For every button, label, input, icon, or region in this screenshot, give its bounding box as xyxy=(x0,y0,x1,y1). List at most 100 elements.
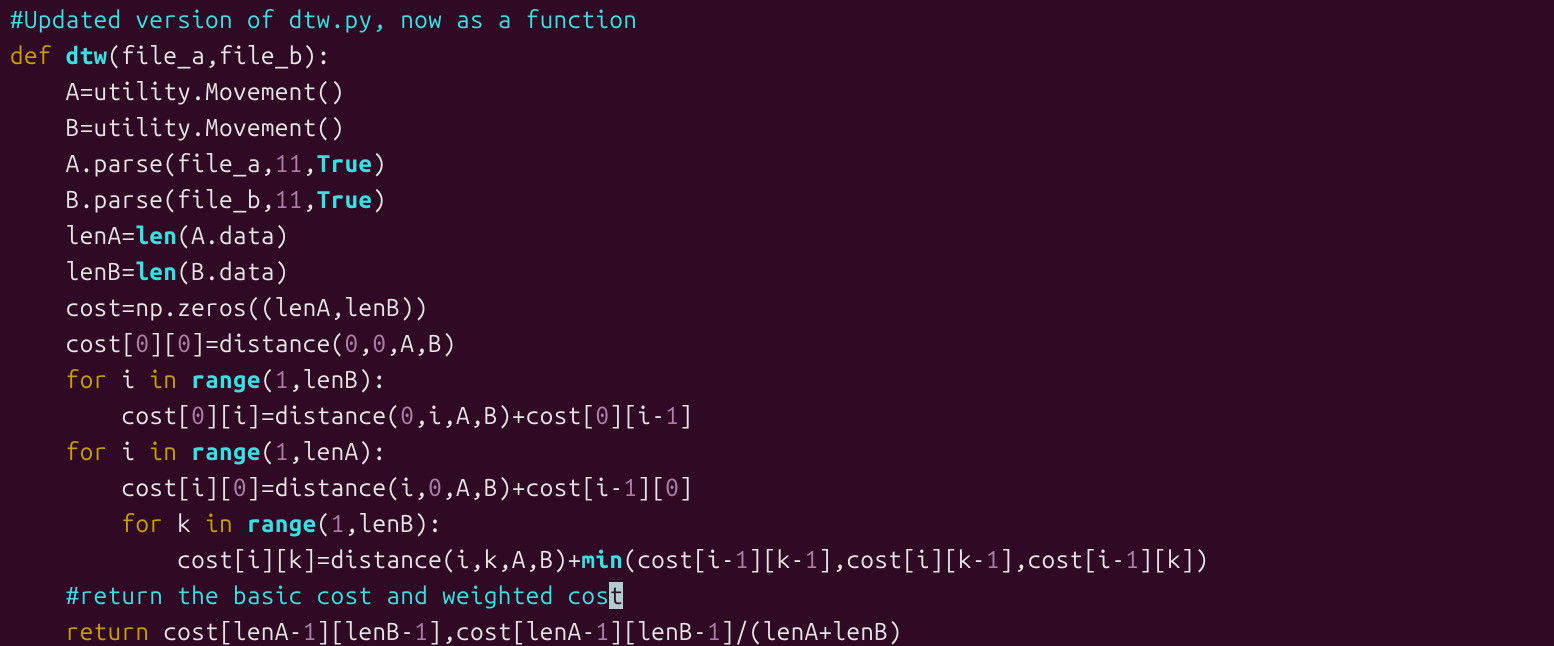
code-text: cost[ xyxy=(10,330,135,357)
number-literal: 1 xyxy=(1125,546,1139,573)
builtin-len: len xyxy=(135,258,177,285)
number-literal: 1 xyxy=(275,438,289,465)
number-literal: 0 xyxy=(345,330,359,357)
number-literal: 1 xyxy=(707,618,721,645)
number-literal: 0 xyxy=(191,402,205,429)
number-literal: 1 xyxy=(665,402,679,429)
code-text: lenA= xyxy=(10,222,135,249)
keyword-for: for xyxy=(122,510,164,537)
code-text: , xyxy=(359,330,373,357)
code-text: A.parse(file_a, xyxy=(10,150,275,177)
code-text: (file_a,file_b): xyxy=(108,42,331,69)
code-text: lenB= xyxy=(10,258,135,285)
code-text: ,i,A,B)+cost[ xyxy=(414,402,595,429)
code-text: ][lenB- xyxy=(317,618,415,645)
code-text: ] xyxy=(679,402,693,429)
code-text xyxy=(10,438,66,465)
code-text xyxy=(177,366,191,393)
code-text: (A.data) xyxy=(177,222,289,249)
keyword-for: for xyxy=(66,438,108,465)
code-text: ( xyxy=(317,510,331,537)
code-text: ]=distance( xyxy=(191,330,344,357)
number-literal: 1 xyxy=(596,618,610,645)
code-text: ,lenA): xyxy=(289,438,387,465)
code-text: cost[i][ xyxy=(10,474,233,501)
number-literal: 1 xyxy=(986,546,1000,573)
code-text: k xyxy=(163,510,205,537)
number-literal: 1 xyxy=(331,510,345,537)
number-literal: 0 xyxy=(135,330,149,357)
code-text: ] xyxy=(679,474,693,501)
code-text: ],cost[i- xyxy=(1000,546,1125,573)
keyword-in: in xyxy=(149,438,177,465)
code-text: ][i]=distance( xyxy=(205,402,400,429)
code-text: B=utility.Movement() xyxy=(10,114,345,141)
code-text: , xyxy=(303,150,317,177)
keyword-in: in xyxy=(149,366,177,393)
comment-line: #return the basic cost and weighted cos xyxy=(66,582,610,609)
code-text: ,lenB): xyxy=(345,510,443,537)
code-text: ,A,B) xyxy=(386,330,456,357)
code-text: B.parse(file_b, xyxy=(10,186,275,213)
number-literal: 1 xyxy=(623,474,637,501)
keyword-return: return xyxy=(66,618,150,645)
number-literal: 1 xyxy=(414,618,428,645)
code-text: (B.data) xyxy=(177,258,289,285)
code-text: i xyxy=(108,438,150,465)
code-text: ]=distance(i, xyxy=(247,474,428,501)
number-literal: 1 xyxy=(275,366,289,393)
code-text: cost=np.zeros((lenA,lenB)) xyxy=(10,294,428,321)
code-text: ( xyxy=(261,366,275,393)
code-text: ],cost[i][k- xyxy=(819,546,986,573)
number-literal: 0 xyxy=(596,402,610,429)
number-literal: 11 xyxy=(275,186,303,213)
code-text xyxy=(10,582,66,609)
code-text: ) xyxy=(372,150,386,177)
builtin-range: range xyxy=(247,510,317,537)
code-text: (cost[i- xyxy=(623,546,735,573)
comment-line: #Updated version of dtw.py, now as a fun… xyxy=(10,6,637,33)
number-literal: 0 xyxy=(665,474,679,501)
code-text: cost[lenA- xyxy=(149,618,302,645)
code-text: ][lenB- xyxy=(609,618,707,645)
code-text xyxy=(177,438,191,465)
code-text: ) xyxy=(372,186,386,213)
code-text xyxy=(10,510,122,537)
code-text: i xyxy=(108,366,150,393)
number-literal: 1 xyxy=(735,546,749,573)
number-literal: 0 xyxy=(428,474,442,501)
keyword-def: def xyxy=(10,42,52,69)
number-literal: 0 xyxy=(233,474,247,501)
code-text xyxy=(10,366,66,393)
number-literal: 1 xyxy=(303,618,317,645)
number-literal: 11 xyxy=(275,150,303,177)
code-text: ( xyxy=(261,438,275,465)
keyword-in: in xyxy=(205,510,233,537)
code-text xyxy=(10,618,66,645)
code-editor[interactable]: #Updated version of dtw.py, now as a fun… xyxy=(0,0,1554,646)
code-text: , xyxy=(303,186,317,213)
builtin-true: True xyxy=(317,186,373,213)
number-literal: 0 xyxy=(373,330,387,357)
keyword-for: for xyxy=(66,366,108,393)
number-literal: 0 xyxy=(177,330,191,357)
code-text: ][k]) xyxy=(1139,546,1209,573)
builtin-min: min xyxy=(582,546,624,573)
number-literal: 1 xyxy=(805,546,819,573)
function-name: dtw xyxy=(66,42,108,69)
code-text: ][ xyxy=(149,330,177,357)
builtin-range: range xyxy=(191,366,261,393)
code-text: ][i- xyxy=(610,402,666,429)
code-text: ]/(lenA+lenB) xyxy=(721,618,902,645)
builtin-len: len xyxy=(135,222,177,249)
builtin-true: True xyxy=(317,150,373,177)
code-text: A=utility.Movement() xyxy=(10,78,345,105)
builtin-range: range xyxy=(191,438,261,465)
number-literal: 0 xyxy=(400,402,414,429)
code-text: ][ xyxy=(637,474,665,501)
code-text xyxy=(233,510,247,537)
code-text: cost[i][k]=distance(i,k,A,B)+ xyxy=(10,546,582,573)
code-text: ,lenB): xyxy=(289,366,387,393)
code-text: cost[ xyxy=(10,402,191,429)
text-cursor: t xyxy=(609,582,623,609)
